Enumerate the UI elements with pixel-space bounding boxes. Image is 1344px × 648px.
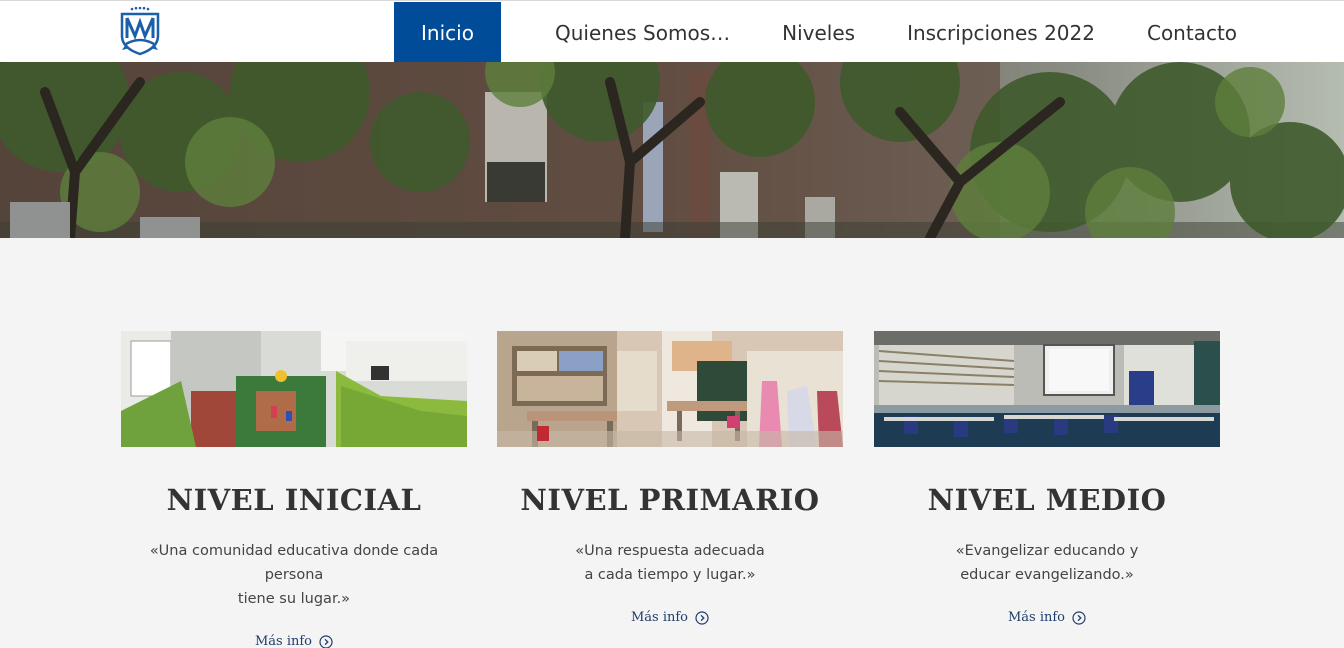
card-description: «Evangelizar educando y educar evangeliz… bbox=[955, 543, 1139, 583]
circle-chevron-right-icon bbox=[319, 634, 333, 648]
mas-info-label: Más info bbox=[630, 610, 689, 625]
mas-info-label: Más info bbox=[254, 634, 313, 648]
card-title: NIVEL PRIMARIO bbox=[520, 483, 820, 517]
main-nav: Inicio Quienes Somos… Niveles Inscripcio… bbox=[394, 2, 1237, 63]
card-nivel-medio: NIVEL MEDIO «Evangelizar educando y educ… bbox=[874, 331, 1220, 625]
card-description: «Una comunidad educativa donde cada pers… bbox=[149, 543, 439, 607]
card-description: «Una respuesta adecuada a cada tiempo y … bbox=[575, 543, 765, 583]
mas-info-label: Más info bbox=[1007, 610, 1066, 625]
primary-classroom-photo bbox=[497, 331, 843, 447]
mas-info-link[interactable]: Más info bbox=[1008, 610, 1086, 625]
circle-chevron-right-icon bbox=[695, 610, 709, 625]
nav-niveles[interactable]: Niveles bbox=[730, 2, 855, 63]
card-nivel-inicial: NIVEL INICIAL «Una comunidad educativa d… bbox=[121, 331, 467, 648]
mas-info-link[interactable]: Más info bbox=[255, 634, 333, 648]
mas-info-link[interactable]: Más info bbox=[631, 610, 709, 625]
card-nivel-primario: NIVEL PRIMARIO «Una respuesta adecuada a… bbox=[497, 331, 843, 625]
nav-inscripciones[interactable]: Inscripciones 2022 bbox=[855, 2, 1095, 63]
top-navigation-bar: Inicio Quienes Somos… Niveles Inscripcio… bbox=[0, 0, 1344, 63]
circle-chevron-right-icon bbox=[1072, 610, 1086, 625]
secondary-classroom-photo bbox=[874, 331, 1220, 447]
nav-quienes-somos[interactable]: Quienes Somos… bbox=[501, 2, 730, 63]
playground-photo bbox=[121, 331, 467, 447]
card-title: NIVEL INICIAL bbox=[166, 483, 422, 517]
card-title: NIVEL MEDIO bbox=[927, 483, 1167, 517]
nav-inicio[interactable]: Inicio bbox=[394, 2, 501, 63]
school-crest-logo[interactable] bbox=[118, 6, 162, 56]
hero-banner-image bbox=[0, 62, 1344, 238]
nav-contacto[interactable]: Contacto bbox=[1095, 2, 1237, 63]
